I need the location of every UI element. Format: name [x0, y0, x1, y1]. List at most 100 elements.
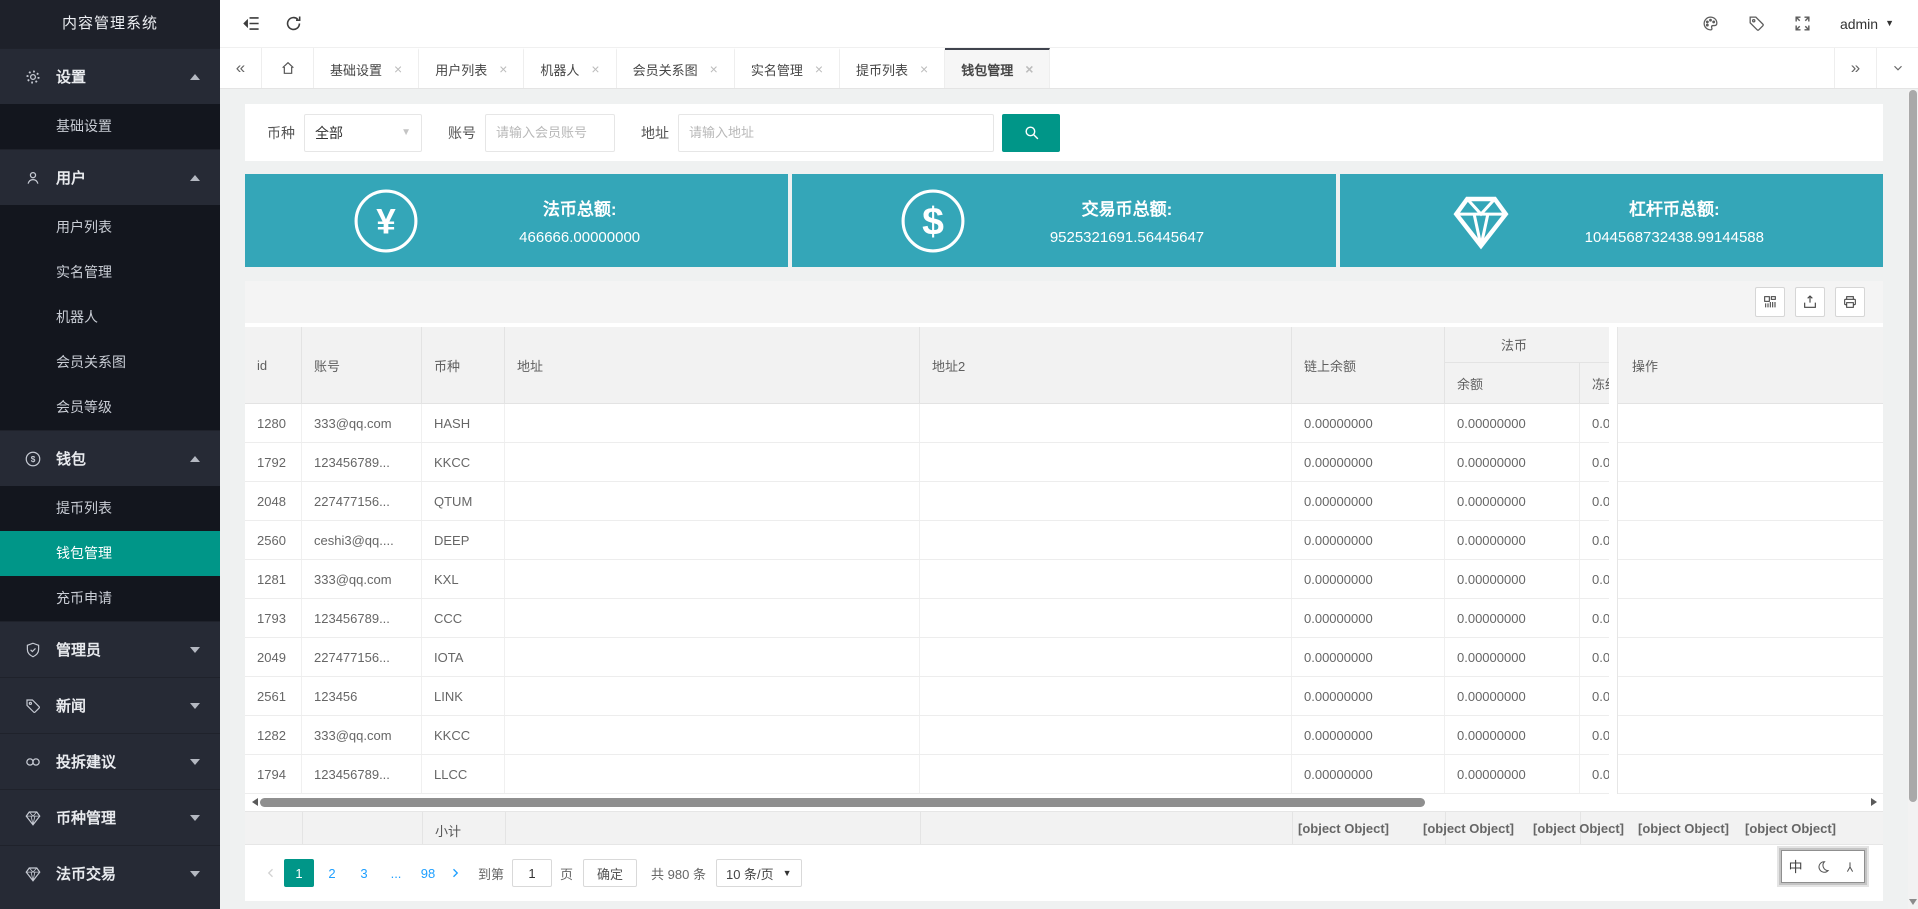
username: admin [1840, 16, 1878, 32]
sidebar-child-label: 钱包管理 [56, 545, 112, 561]
chevron-icon [190, 647, 200, 653]
tab[interactable]: 机器人 × [524, 48, 616, 88]
cell-id: 1280 [245, 404, 302, 442]
tab-label: 钱包管理 [961, 60, 1013, 79]
theme-palette-icon[interactable] [1688, 0, 1734, 48]
sidebar-parent-item[interactable]: $ 钱包 [0, 430, 220, 486]
tab[interactable]: 实名管理 × [735, 48, 840, 88]
tab[interactable]: 基础设置 × [314, 48, 419, 88]
sidebar-child-label: 机器人 [56, 309, 98, 325]
sidebar-parent-item[interactable]: 法币交易 [0, 845, 220, 901]
sidebar-child-item[interactable]: 钱包管理 [0, 531, 220, 576]
search-button[interactable] [1002, 114, 1060, 152]
address-input[interactable] [678, 114, 994, 152]
sidebar-child-item[interactable]: 充币申请 [0, 576, 220, 621]
gem-icon [1448, 188, 1514, 254]
close-icon[interactable]: × [1025, 62, 1033, 76]
sidebar-parent-item[interactable]: 投拆建议 [0, 733, 220, 789]
close-icon[interactable]: × [710, 62, 718, 76]
sidebar-child-label: 会员等级 [56, 399, 112, 415]
columns-icon [1762, 294, 1778, 310]
tab[interactable]: 会员关系图 × [617, 48, 735, 88]
confirm-button[interactable]: 确定 [583, 859, 637, 887]
close-icon[interactable]: × [815, 62, 823, 76]
address-label: 地址 [641, 123, 669, 143]
horizontal-scrollbar-thumb[interactable] [260, 798, 1425, 807]
stat-label: 法币总额: [419, 195, 740, 220]
refresh-icon[interactable] [272, 0, 314, 48]
stat-label: 杠杆币总额: [1514, 195, 1835, 220]
home-icon [280, 60, 296, 76]
page-button[interactable]: 1 [284, 859, 314, 887]
sidebar-child-label: 会员关系图 [56, 354, 126, 370]
user-menu[interactable]: admin ▼ [1834, 16, 1900, 32]
close-icon[interactable]: × [591, 62, 599, 76]
page-button[interactable]: 3 [350, 859, 378, 887]
app-title: 内容管理系统 [0, 0, 220, 48]
page-button[interactable]: 98 [414, 859, 442, 887]
stat-cards: ¥ 法币总额: 466666.00000000 $ 交易币总额: 9525321… [245, 174, 1883, 267]
tab-bar: « 基础设置 × 用户列表 × 机器人 × [220, 48, 1918, 89]
stat-label: 交易币总额: [966, 195, 1287, 220]
prev-page-icon[interactable] [260, 859, 282, 887]
page-button[interactable]: ... [382, 859, 410, 887]
sidebar-child-item[interactable]: 会员关系图 [0, 340, 220, 385]
page-button[interactable]: 2 [318, 859, 346, 887]
tab[interactable]: 提币列表 × [840, 48, 945, 88]
col-header-id: id [245, 327, 302, 404]
sidebar-child-item[interactable]: 实名管理 [0, 250, 220, 295]
cell-address2 [920, 560, 1292, 598]
vertical-scrollbar-thumb[interactable] [1909, 90, 1917, 802]
scroll-down-arrow-icon[interactable] [1909, 899, 1917, 905]
close-icon[interactable]: × [394, 62, 402, 76]
tab[interactable]: 钱包管理 × [945, 48, 1050, 88]
next-page-icon[interactable] [444, 859, 466, 887]
cell-address2 [920, 521, 1292, 559]
sidebar-parent-item[interactable]: 用户 [0, 149, 220, 205]
sidebar-parent-label: 用户 [56, 167, 86, 188]
sidebar-child-item[interactable]: 会员等级 [0, 385, 220, 430]
sidebar-child-item[interactable]: 机器人 [0, 295, 220, 340]
gear-icon [24, 68, 42, 86]
horizontal-scrollbar[interactable] [245, 794, 1883, 811]
export-button[interactable] [1795, 287, 1825, 317]
sidebar-fold-icon[interactable] [230, 0, 272, 48]
sidebar-parent-item[interactable]: 设置 [0, 48, 220, 104]
close-icon[interactable]: × [920, 62, 928, 76]
account-label: 账号 [448, 123, 476, 143]
account-input[interactable] [485, 114, 615, 152]
sidebar-child-item[interactable]: 提币列表 [0, 486, 220, 531]
tabs-scroll-right-icon[interactable]: » [1834, 48, 1876, 88]
sidebar-section: 用户 用户列表 实名管理 [0, 149, 220, 430]
sidebar-parent-item[interactable]: 币种管理 [0, 789, 220, 845]
ime-toolbar[interactable]: 中 [1781, 850, 1865, 883]
cell-address2 [920, 443, 1292, 481]
print-button[interactable] [1835, 287, 1865, 317]
currency-select[interactable]: 全部 ▼ [304, 114, 422, 152]
page-size-value: 10 条/页 [726, 864, 774, 883]
sidebar-child-item[interactable]: 基础设置 [0, 104, 220, 149]
stat-card: ¥ 法币总额: 466666.00000000 [245, 174, 788, 267]
sidebar-parent-item[interactable]: 管理员 [0, 621, 220, 677]
cell-address [505, 404, 920, 442]
home-tab[interactable] [262, 48, 314, 88]
tag-icon[interactable] [1734, 0, 1780, 48]
tabs-dropdown-icon[interactable] [1876, 48, 1918, 88]
cell-address [505, 677, 920, 715]
scroll-left-arrow-icon[interactable] [252, 798, 258, 806]
tab[interactable]: 用户列表 × [419, 48, 524, 88]
page-jump-input[interactable] [512, 859, 552, 887]
chevron-icon [190, 74, 200, 80]
footer-total-value: [object Object] [1298, 821, 1389, 836]
tabs-scroll-left-icon[interactable]: « [220, 48, 262, 88]
vertical-scrollbar[interactable] [1908, 90, 1918, 909]
fullscreen-icon[interactable] [1780, 0, 1826, 48]
columns-filter-button[interactable] [1755, 287, 1785, 317]
scroll-right-arrow-icon[interactable] [1871, 798, 1877, 806]
sidebar-parent-item[interactable]: 新闻 [0, 677, 220, 733]
sidebar-child-item[interactable]: 用户列表 [0, 205, 220, 250]
close-icon[interactable]: × [499, 62, 507, 76]
stat-value: 1044568732438.99144588 [1514, 229, 1835, 246]
print-icon [1842, 294, 1858, 310]
page-size-select[interactable]: 10 条/页 ▼ [716, 859, 802, 887]
